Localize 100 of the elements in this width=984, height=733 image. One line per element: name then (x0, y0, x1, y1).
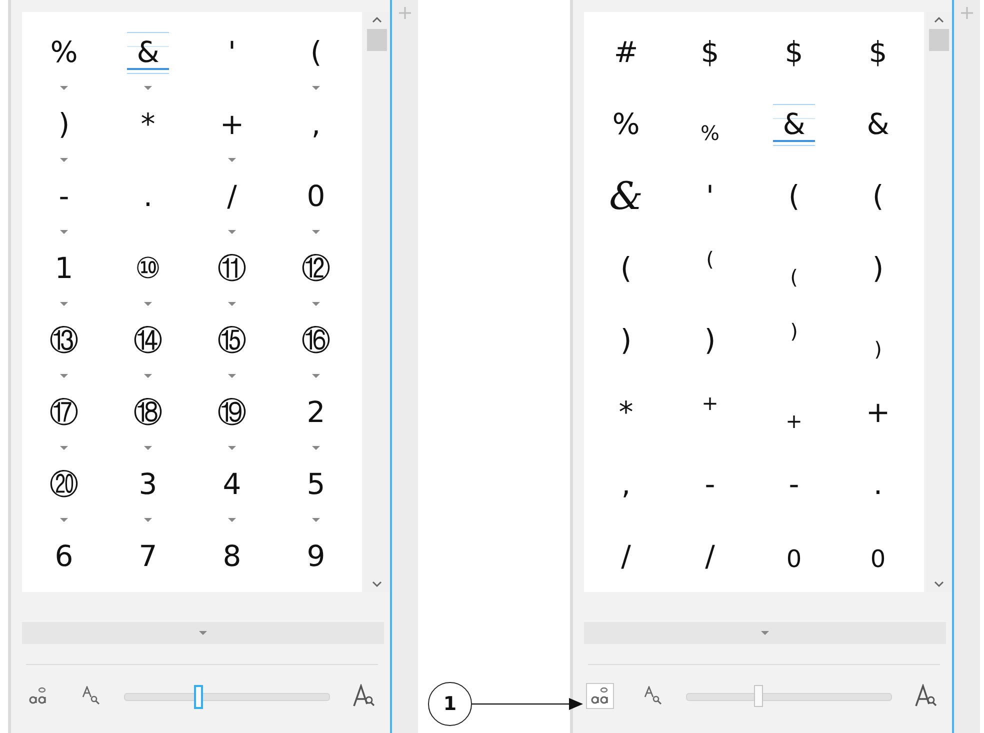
glyph-cell[interactable]: ( (303, 30, 329, 74)
glyph-cell[interactable]: ( (781, 246, 807, 290)
scrollbar-thumb[interactable] (929, 29, 949, 51)
alternates-caret-icon[interactable] (311, 229, 321, 235)
glyph-cell[interactable]: ( (613, 246, 639, 290)
glyph-cell[interactable]: & (772, 102, 816, 146)
glyph-cell[interactable]: 2 (302, 390, 330, 434)
glyph-cell[interactable]: ) (613, 318, 639, 362)
alternates-caret-icon[interactable] (59, 301, 69, 307)
glyph-cell[interactable]: $ (780, 30, 808, 74)
glyph-cell[interactable]: ) (51, 102, 77, 146)
alternates-caret-icon[interactable] (59, 157, 69, 163)
glyph-cell[interactable]: ' (219, 30, 245, 74)
glyph-cell[interactable]: 0 (865, 534, 891, 578)
show-alternates-button[interactable] (586, 683, 614, 709)
glyph-cell[interactable]: ( (781, 174, 807, 218)
glyph-cell[interactable]: ⑩ (131, 246, 165, 290)
glyph-cell[interactable]: ⑰ (46, 390, 82, 434)
glyph-cell[interactable]: 9 (302, 534, 330, 578)
glyph-cell[interactable]: 7 (134, 534, 162, 578)
glyph-cell[interactable]: # (610, 30, 642, 74)
alternates-caret-icon[interactable] (311, 85, 321, 91)
alternates-caret-icon[interactable] (227, 373, 237, 379)
glyph-cell[interactable]: ⑮ (214, 318, 250, 362)
alternates-caret-icon[interactable] (227, 157, 237, 163)
glyph-cell[interactable]: ⑪ (214, 246, 250, 290)
scrollbar-thumb[interactable] (367, 29, 387, 51)
glyph-cell[interactable]: + (697, 390, 723, 434)
glyph-cell[interactable]: % (46, 30, 82, 74)
glyph-cell[interactable]: 0 (302, 174, 330, 218)
glyph-cell[interactable]: ⑱ (130, 390, 166, 434)
alternates-caret-icon[interactable] (311, 301, 321, 307)
glyph-cell[interactable]: 6 (50, 534, 78, 578)
glyph-cell[interactable]: . (865, 462, 891, 506)
glyph-cell[interactable]: ) (697, 318, 723, 362)
alternates-caret-icon[interactable] (143, 373, 153, 379)
glyph-cell[interactable]: ) (781, 318, 807, 362)
glyph-cell[interactable]: - (51, 174, 77, 218)
glyph-cell[interactable]: ⑬ (46, 318, 82, 362)
glyph-cell[interactable]: / (219, 174, 245, 218)
glyph-cell[interactable]: % (608, 102, 644, 146)
alternates-caret-icon[interactable] (227, 517, 237, 523)
glyph-cell[interactable]: ⑳ (46, 462, 82, 506)
alternates-caret-icon[interactable] (311, 445, 321, 451)
glyph-cell[interactable]: ' (697, 174, 723, 218)
zoom-slider[interactable] (686, 684, 892, 708)
alternates-caret-icon[interactable] (59, 229, 69, 235)
alternates-caret-icon[interactable] (227, 301, 237, 307)
glyph-cell[interactable]: + (781, 390, 807, 434)
glyph-cell[interactable]: / (613, 534, 639, 578)
glyph-cell[interactable]: 1 (50, 246, 78, 290)
glyph-cell[interactable]: 8 (218, 534, 246, 578)
glyph-cell[interactable]: 3 (134, 462, 162, 506)
zoom-in-icon[interactable] (352, 684, 376, 708)
glyph-cell[interactable]: + (862, 390, 894, 434)
glyph-cell[interactable]: & (862, 102, 894, 146)
zoom-out-icon[interactable] (644, 686, 664, 706)
zoom-slider[interactable] (124, 684, 330, 708)
glyph-cell[interactable]: & (605, 174, 647, 218)
glyph-cell[interactable]: ( (697, 246, 723, 290)
glyph-cell[interactable]: - (781, 462, 807, 506)
alternates-caret-icon[interactable] (143, 517, 153, 523)
alternates-caret-icon[interactable] (59, 373, 69, 379)
glyph-cell[interactable]: $ (696, 30, 724, 74)
glyph-cell[interactable]: 4 (218, 462, 246, 506)
glyph-cell[interactable]: ) (865, 318, 891, 362)
slider-thumb[interactable] (754, 685, 764, 707)
alternates-caret-icon[interactable] (59, 445, 69, 451)
glyph-cell[interactable]: * (135, 102, 161, 146)
glyph-cell[interactable]: / (697, 534, 723, 578)
glyph-cell[interactable]: * (613, 390, 639, 434)
glyph-cell[interactable]: , (613, 462, 639, 506)
glyph-cell[interactable]: ⑭ (130, 318, 166, 362)
glyph-cell[interactable]: % (696, 102, 724, 146)
slider-thumb[interactable] (194, 685, 204, 709)
alternates-caret-icon[interactable] (143, 85, 153, 91)
glyph-cell[interactable]: ⑯ (298, 318, 334, 362)
zoom-in-icon[interactable] (914, 684, 938, 708)
scroll-up-icon[interactable] (934, 16, 944, 23)
alternates-caret-icon[interactable] (227, 445, 237, 451)
glyph-cell[interactable]: & (126, 30, 170, 74)
alternates-caret-icon[interactable] (59, 85, 69, 91)
glyph-cell[interactable]: . (135, 174, 161, 218)
zoom-out-icon[interactable] (82, 686, 102, 706)
alternates-caret-icon[interactable] (59, 517, 69, 523)
glyph-cell[interactable]: , (303, 102, 329, 146)
glyph-cell[interactable]: ⑲ (214, 390, 250, 434)
glyph-cell[interactable]: ⑫ (298, 246, 334, 290)
glyph-cell[interactable]: 0 (781, 534, 807, 578)
glyph-cell[interactable]: ( (865, 174, 891, 218)
alternates-caret-icon[interactable] (311, 517, 321, 523)
alternates-caret-icon[interactable] (227, 229, 237, 235)
glyph-cell[interactable]: 5 (302, 462, 330, 506)
scroll-down-icon[interactable] (934, 581, 944, 588)
glyph-cell[interactable]: + (216, 102, 248, 146)
glyph-cell[interactable]: - (697, 462, 723, 506)
alternates-caret-icon[interactable] (311, 373, 321, 379)
alternates-caret-icon[interactable] (143, 445, 153, 451)
glyph-cell[interactable]: $ (864, 30, 892, 74)
scroll-up-icon[interactable] (372, 16, 382, 23)
